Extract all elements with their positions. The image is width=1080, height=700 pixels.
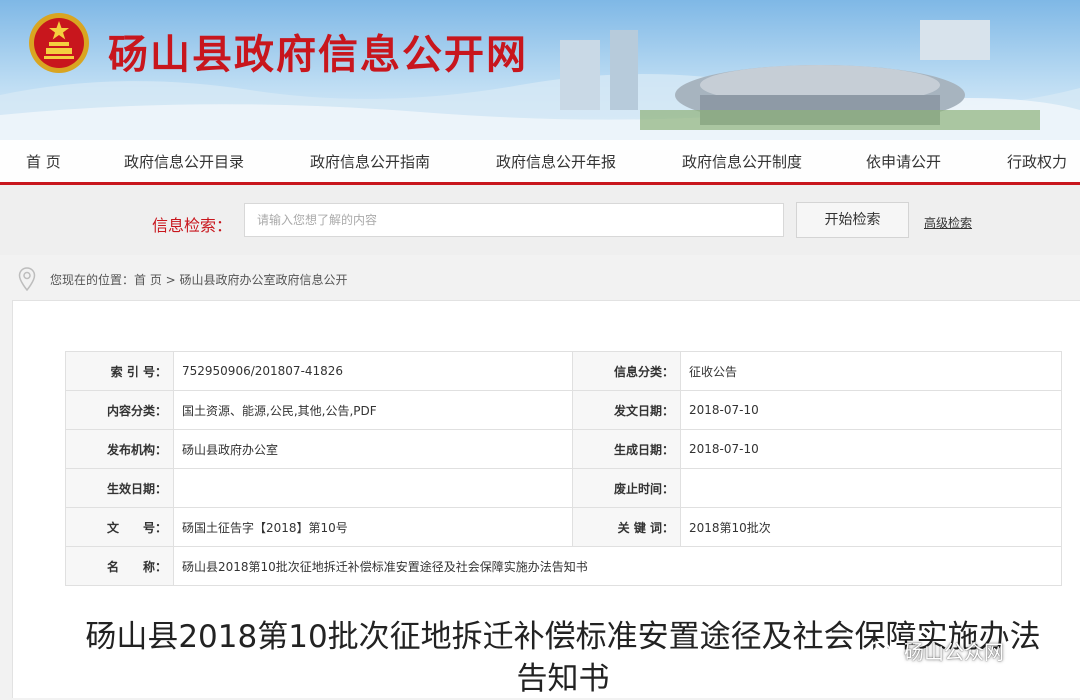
watermark-text: 砀山公众网 xyxy=(904,640,1004,664)
meta-value: 2018第10批次 xyxy=(680,507,1062,547)
meta-label: 发布机构： xyxy=(65,429,174,469)
nav-item-guide[interactable]: 政府信息公开指南 xyxy=(310,151,430,172)
table-row: 生效日期： 废止时间： xyxy=(65,468,1062,508)
breadcrumb-text: 您现在的位置：首 页 > 砀山县政府办公室政府信息公开 xyxy=(50,273,348,287)
meta-label: 索 引 号： xyxy=(65,351,174,391)
meta-value: 征收公告 xyxy=(680,351,1062,391)
meta-value: 砀山县政府办公室 xyxy=(173,429,573,469)
table-row: 内容分类： 国土资源、能源,公民,其他,公告,PDF 发文日期： 2018-07… xyxy=(65,390,1062,430)
table-row: 名 称： 砀山县2018第10批次征地拆迁补偿标准安置途径及社会保障实施办法告知… xyxy=(65,546,1062,586)
national-emblem-logo xyxy=(29,13,89,73)
search-label: 信息检索： xyxy=(152,216,233,235)
advanced-search-link[interactable]: 高级检索 xyxy=(924,214,972,231)
table-row: 文 号： 砀国土征告字【2018】第10号 关 键 词： 2018第10批次 xyxy=(65,507,1062,547)
document-meta-table: 索 引 号： 752950906/201807-41826 信息分类： 征收公告… xyxy=(65,351,1062,586)
nav-item-request[interactable]: 依申请公开 xyxy=(866,151,941,172)
header-banner: 砀山县政府信息公开网 xyxy=(0,0,1080,150)
watermark: 砀山公众网 xyxy=(866,636,1004,670)
meta-label: 关 键 词： xyxy=(572,507,681,547)
nav-item-catalog[interactable]: 政府信息公开目录 xyxy=(124,151,244,172)
search-input[interactable] xyxy=(244,203,784,237)
meta-label: 内容分类： xyxy=(65,390,174,430)
meta-value: 砀国土征告字【2018】第10号 xyxy=(173,507,573,547)
meta-label: 生效日期： xyxy=(65,468,174,508)
meta-value xyxy=(680,468,1062,508)
meta-value xyxy=(173,468,573,508)
meta-label: 文 号： xyxy=(65,507,174,547)
table-row: 索 引 号： 752950906/201807-41826 信息分类： 征收公告 xyxy=(65,351,1062,391)
meta-label: 生成日期： xyxy=(572,429,681,469)
search-button[interactable]: 开始检索 xyxy=(796,202,909,238)
nav-item-system[interactable]: 政府信息公开制度 xyxy=(682,151,802,172)
meta-value: 2018-07-10 xyxy=(680,390,1062,430)
main-nav: 首 页 政府信息公开目录 政府信息公开指南 政府信息公开年报 政府信息公开制度 … xyxy=(0,140,1080,182)
meta-value: 2018-07-10 xyxy=(680,429,1062,469)
meta-label: 发文日期： xyxy=(572,390,681,430)
location-pin-icon xyxy=(18,267,36,291)
table-row: 发布机构： 砀山县政府办公室 生成日期： 2018-07-10 xyxy=(65,429,1062,469)
nav-item-home[interactable]: 首 页 xyxy=(26,151,61,172)
meta-label: 信息分类： xyxy=(572,351,681,391)
site-title: 砀山县政府信息公开网 xyxy=(108,32,528,78)
meta-value: 国土资源、能源,公民,其他,公告,PDF xyxy=(173,390,573,430)
nav-item-annual-report[interactable]: 政府信息公开年报 xyxy=(496,151,616,172)
wechat-icon xyxy=(867,640,898,665)
meta-value: 砀山县2018第10批次征地拆迁补偿标准安置途径及社会保障实施办法告知书 xyxy=(173,546,1062,586)
nav-item-admin-power[interactable]: 行政权力 xyxy=(1007,151,1067,172)
meta-label: 废止时间： xyxy=(572,468,681,508)
meta-value: 752950906/201807-41826 xyxy=(173,351,573,391)
meta-label: 名 称： xyxy=(65,546,174,586)
